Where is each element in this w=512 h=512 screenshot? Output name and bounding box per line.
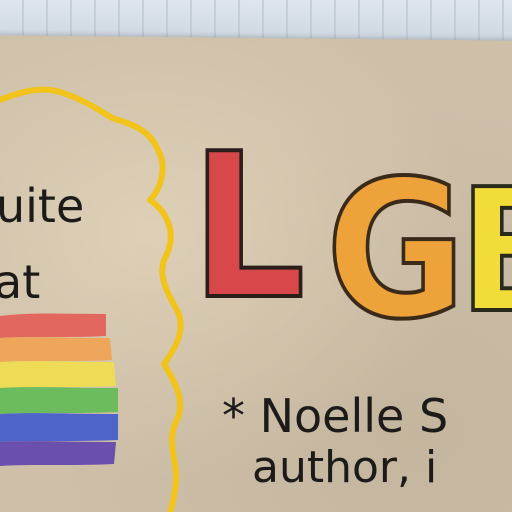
poster-drawing: uite at L G B * Noelle S author, i bbox=[0, 86, 512, 512]
photo-scene: uite at L G B * Noelle S author, i bbox=[0, 0, 512, 512]
rainbow-stripe-purple bbox=[0, 441, 116, 466]
rainbow-flag bbox=[0, 313, 118, 466]
note-line2: author, i bbox=[252, 442, 437, 493]
note-line1: * Noelle S bbox=[222, 389, 448, 443]
title-letter-g: G bbox=[326, 139, 466, 361]
rainbow-stripe-green bbox=[0, 387, 118, 414]
left-text-line2: at bbox=[0, 255, 40, 309]
left-text-line1: uite bbox=[0, 179, 84, 233]
title-letter-l: L bbox=[191, 110, 306, 343]
rainbow-stripe-blue bbox=[0, 413, 118, 442]
title-letter-b: B bbox=[459, 153, 512, 351]
rainbow-stripe-orange bbox=[0, 337, 112, 362]
rainbow-stripe-red bbox=[0, 313, 106, 338]
rainbow-stripe-yellow bbox=[0, 361, 116, 388]
